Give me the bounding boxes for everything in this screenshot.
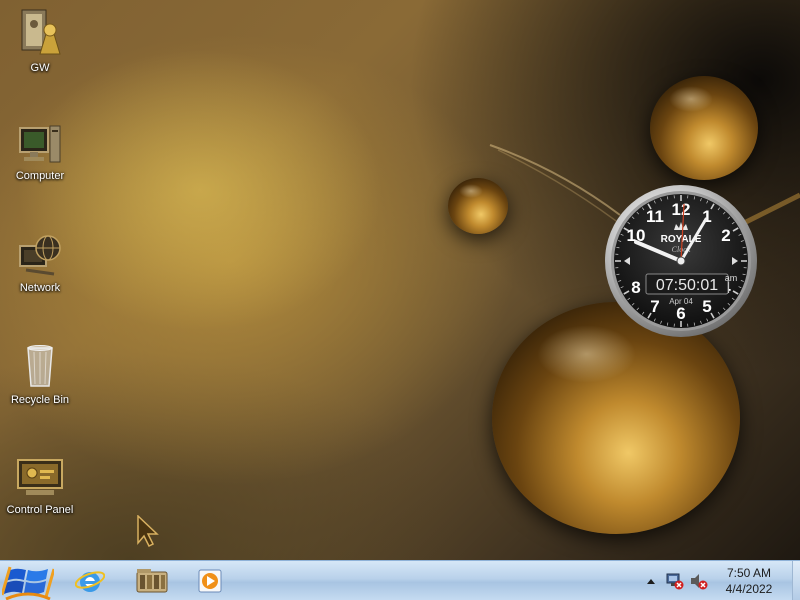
desktop-icon-gw[interactable]: GW xyxy=(0,6,80,74)
volume-muted-icon[interactable] xyxy=(690,572,708,590)
desktop-icon-label: Computer xyxy=(15,170,65,182)
clock-gadget[interactable]: 1212456781011 ROYALE Clock 07:50:01 am A… xyxy=(604,184,758,338)
clock-dial-number: 12 xyxy=(672,200,691,219)
network-globe-icon xyxy=(19,235,61,276)
network-disconnected-icon[interactable] xyxy=(666,572,684,590)
taskbar: 7:50 AM 4/4/2022 xyxy=(0,560,800,600)
desktop-icon-control-panel[interactable]: Control Panel xyxy=(0,458,80,516)
clock-dial-number: 7 xyxy=(650,297,659,316)
recycle-bin-icon xyxy=(27,345,53,387)
clock-am-pm: am xyxy=(725,273,738,283)
wallpaper-sphere-top-right xyxy=(650,76,758,180)
desktop-icon-label: Network xyxy=(19,282,61,294)
desktop-icon-label: GW xyxy=(30,62,50,74)
show-hidden-icons-arrow[interactable] xyxy=(646,577,656,585)
system-tray: 7:50 AM 4/4/2022 xyxy=(0,561,800,600)
desktop-icon-recycle-bin[interactable]: Recycle Bin xyxy=(0,344,80,406)
control-panel-icon xyxy=(17,459,63,495)
clock-date: Apr 04 xyxy=(669,297,693,306)
show-desktop-button[interactable] xyxy=(792,561,800,600)
clock-dial-number: 8 xyxy=(631,278,640,297)
clock-dial-number: 6 xyxy=(676,304,685,323)
desktop-icon-computer[interactable]: Computer xyxy=(0,122,80,182)
clock-dial-number: 11 xyxy=(646,207,664,226)
computer-icon xyxy=(19,125,61,163)
user-folder-icon xyxy=(21,9,61,55)
wallpaper-sphere-small xyxy=(448,178,508,234)
tray-time: 7:50 AM xyxy=(726,566,772,580)
desktop-icon-network[interactable]: Network xyxy=(0,232,80,294)
clock-face: 1212456781011 ROYALE Clock 07:50:01 am A… xyxy=(605,185,757,337)
mouse-cursor-icon xyxy=(137,515,159,547)
desktop-icon-label: Recycle Bin xyxy=(10,394,70,406)
desktop-icon-label: Control Panel xyxy=(6,504,74,516)
clock-digital-time: 07:50:01 xyxy=(656,277,718,294)
clock-dial-number: 2 xyxy=(721,226,730,245)
desktop: GW Computer Network Recycle Bin Control … xyxy=(0,0,800,600)
clock-dial-number: 5 xyxy=(702,297,711,316)
tray-date: 4/4/2022 xyxy=(725,582,773,596)
tray-clock[interactable]: 7:50 AM 4/4/2022 xyxy=(708,565,790,597)
